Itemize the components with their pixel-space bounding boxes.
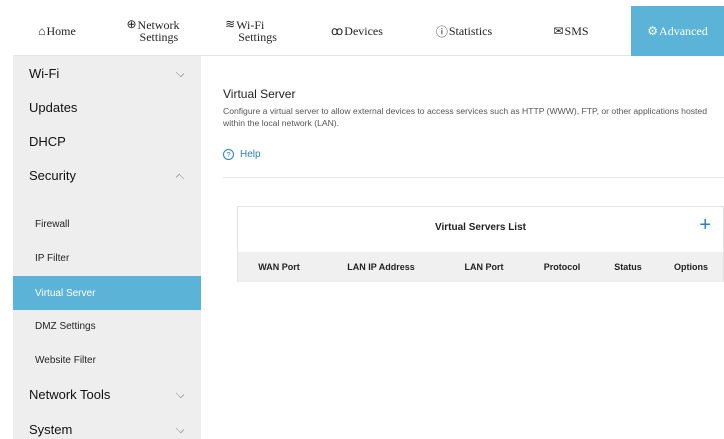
nav-devices-label: Devices [344, 23, 383, 38]
sidebar-item-updates[interactable]: Updates [13, 90, 201, 124]
sidebar-item-system[interactable]: System [13, 412, 201, 439]
sidebar-item-firewall[interactable]: Firewall [13, 207, 201, 241]
sidebar-item-virtual-server[interactable]: Virtual Server [13, 276, 201, 310]
nav-wifi-settings[interactable]: ≋ Wi-Fi Settings [211, 6, 291, 56]
sidebar-item-label: Updates [29, 99, 78, 115]
column-header-options: Options [674, 262, 708, 272]
table-header: WAN Port LAN IP Address LAN Port Protoco… [238, 252, 723, 282]
home-icon: ⌂ [38, 23, 46, 38]
nav-home[interactable]: ⌂ Home [13, 6, 101, 56]
sidebar-item-network-tools[interactable]: Network Tools [13, 377, 201, 411]
add-virtual-server-button[interactable]: + [699, 215, 711, 235]
sidebar-item-label: DHCP [29, 133, 66, 149]
sidebar-item-label: Network Tools [29, 386, 111, 402]
page-title: Virtual Server [223, 87, 296, 101]
nav-network-settings[interactable]: ⊕ Network Settings [113, 6, 193, 56]
nav-sms-label: SMS [564, 23, 589, 38]
devices-icon: ꝏ [331, 23, 344, 38]
sidebar-item-website-filter[interactable]: Website Filter [13, 343, 201, 377]
nav-statistics[interactable]: ⓘ Statistics [419, 6, 509, 56]
chevron-up-icon [175, 173, 185, 183]
sidebar-item-ip-filter[interactable]: IP Filter [13, 241, 201, 275]
column-header-wan-port: WAN Port [258, 262, 300, 272]
question-icon: ? [223, 149, 234, 160]
sidebar-item-dhcp[interactable]: DHCP [13, 124, 201, 158]
nav-advanced[interactable]: ⚙ Advanced [631, 6, 724, 56]
nav-devices[interactable]: ꝏ Devices [317, 6, 397, 56]
statistics-icon: ⓘ [435, 24, 448, 39]
sidebar-item-label: Security [29, 167, 76, 183]
nav-statistics-label: Statistics [448, 23, 493, 38]
sidebar: Wi-Fi Updates DHCP Security Firewall IP … [13, 56, 201, 439]
chevron-down-icon [175, 389, 185, 399]
chevron-down-icon [175, 424, 185, 434]
column-header-lan-ip-address: LAN IP Address [347, 262, 415, 272]
nav-wifi-settings-line2: Settings [238, 30, 277, 44]
nav-wifi-settings-label: Wi-Fi Settings [236, 19, 277, 43]
top-navigation: ⌂ Home ⊕ Network Settings ≋ Wi-Fi Settin… [13, 6, 724, 56]
column-header-status: Status [614, 262, 642, 272]
sidebar-item-label: Website Filter [35, 354, 96, 366]
mail-icon: ✉ [553, 23, 564, 38]
sidebar-item-wifi[interactable]: Wi-Fi [13, 56, 201, 90]
sidebar-item-label: Wi-Fi [29, 65, 60, 81]
nav-sms[interactable]: ✉ SMS [531, 6, 611, 56]
gear-icon: ⚙ [647, 23, 659, 38]
sidebar-item-label: Firewall [35, 218, 70, 230]
help-link[interactable]: ? Help [223, 149, 261, 160]
sidebar-item-label: DMZ Settings [35, 320, 96, 332]
column-header-lan-port: LAN Port [464, 262, 504, 272]
divider [223, 177, 724, 178]
wifi-icon: ≋ [225, 17, 236, 31]
nav-advanced-label: Advanced [659, 23, 708, 38]
virtual-servers-list: Virtual Servers List + WAN Port LAN IP A… [237, 206, 724, 282]
sidebar-item-dmz-settings[interactable]: DMZ Settings [13, 309, 201, 343]
sidebar-item-label: Virtual Server [35, 287, 96, 299]
help-label: Help [240, 149, 261, 160]
list-title: Virtual Servers List [435, 222, 526, 233]
main-content: Virtual Server Configure a virtual serve… [201, 56, 724, 439]
sidebar-item-security[interactable]: Security [13, 158, 201, 192]
sidebar-item-label: IP Filter [35, 252, 70, 264]
nav-network-settings-label: Network Settings [138, 19, 180, 43]
chevron-down-icon [175, 68, 185, 78]
nav-network-settings-line2: Settings [139, 30, 179, 44]
globe-icon: ⊕ [126, 17, 137, 31]
page-description: Configure a virtual server to allow exte… [223, 106, 707, 128]
column-header-protocol: Protocol [543, 262, 581, 272]
sidebar-item-label: System [29, 421, 73, 437]
nav-home-label: Home [46, 23, 76, 38]
